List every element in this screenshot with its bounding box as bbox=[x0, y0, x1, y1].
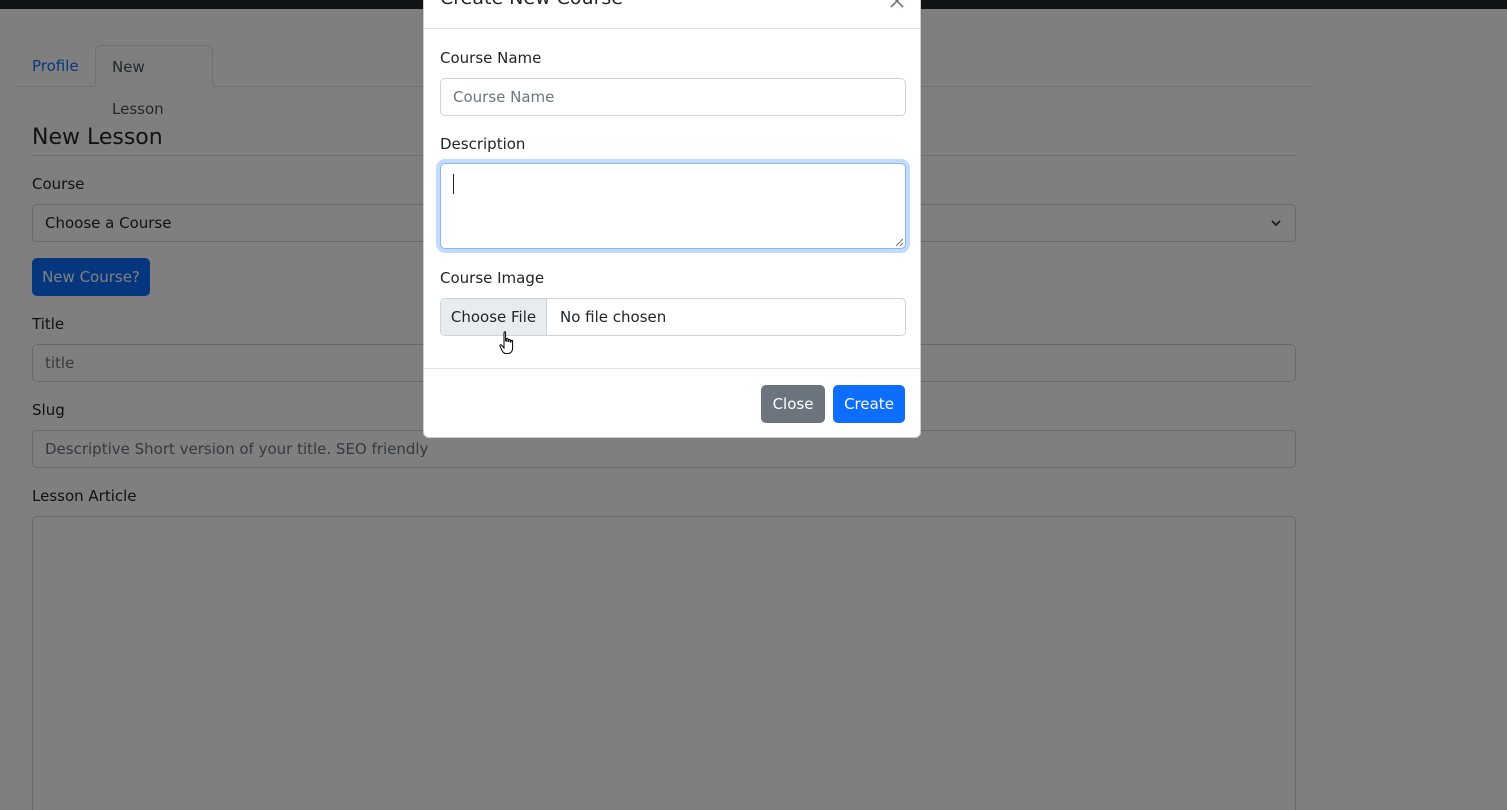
course-name-label: Course Name bbox=[440, 49, 542, 67]
course-name-input[interactable]: Course Name bbox=[440, 78, 906, 116]
create-course-modal: Create New Course Course Name Course Nam… bbox=[423, 0, 921, 438]
close-icon[interactable] bbox=[888, 0, 906, 10]
description-textarea[interactable] bbox=[440, 163, 906, 249]
course-image-label: Course Image bbox=[440, 269, 545, 287]
create-button[interactable]: Create bbox=[833, 385, 905, 423]
modal-title: Create New Course bbox=[440, 0, 623, 9]
resize-handle-icon[interactable] bbox=[895, 238, 903, 246]
modal-header: Create New Course bbox=[424, 0, 920, 29]
description-label: Description bbox=[440, 135, 526, 153]
modal-footer-divider bbox=[424, 368, 920, 369]
text-caret bbox=[453, 174, 454, 194]
file-status: No file chosen bbox=[560, 308, 667, 326]
hand-pointer-icon bbox=[499, 331, 514, 354]
close-button[interactable]: Close bbox=[761, 385, 825, 423]
choose-file-button[interactable]: Choose File bbox=[441, 299, 547, 335]
